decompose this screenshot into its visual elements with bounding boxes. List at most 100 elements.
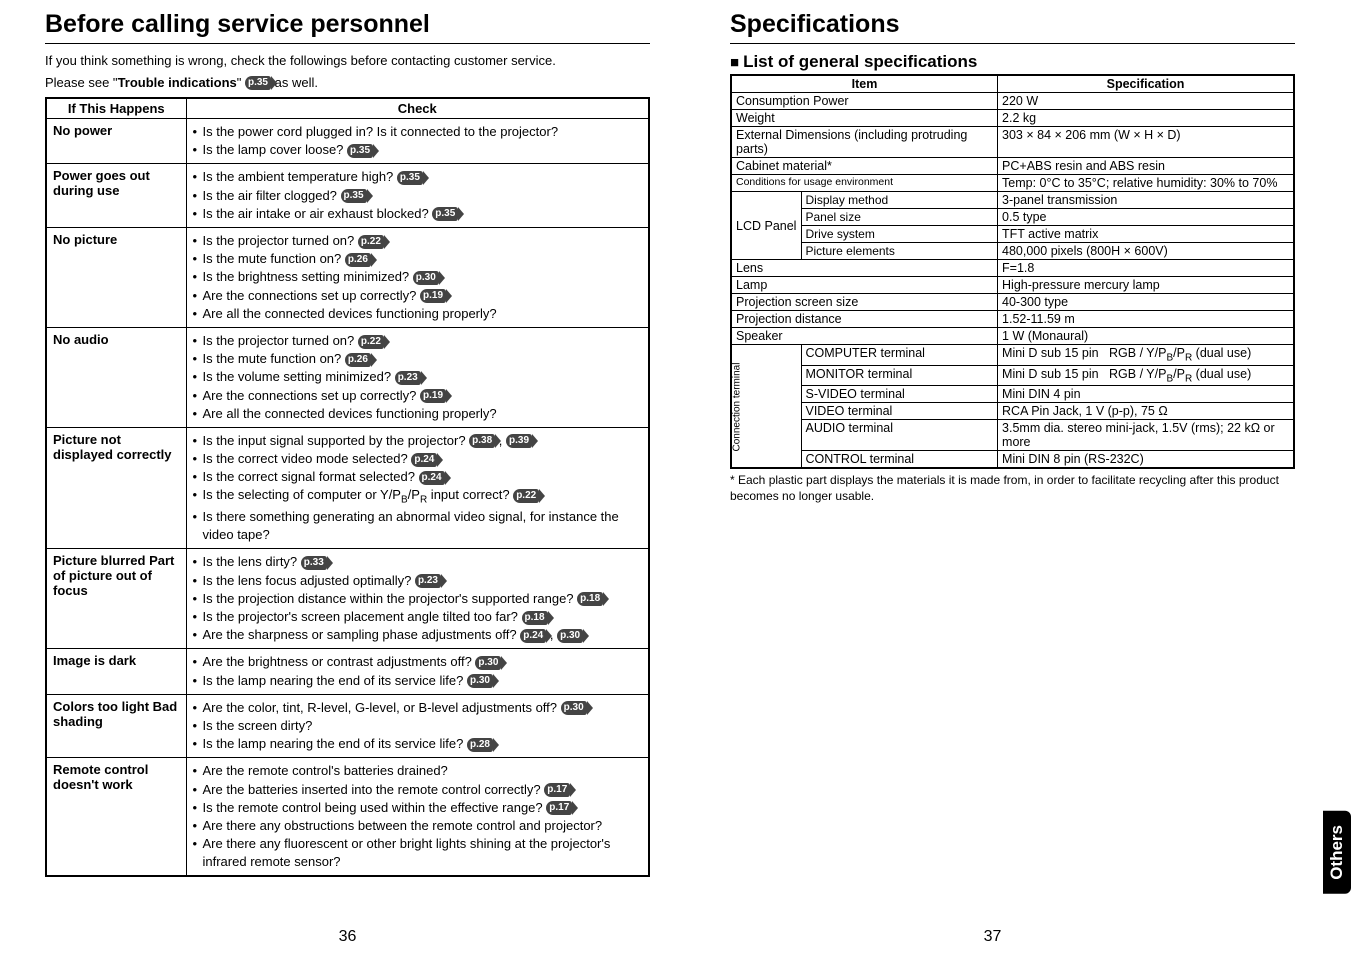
table-row: Power goes out during useIs the ambient … [46, 164, 649, 228]
if-cell: No picture [46, 228, 186, 328]
page-ref-icon[interactable]: p.35 [347, 144, 373, 158]
spec-cell: 480,000 pixels (800H × 600V) [998, 243, 1294, 260]
item-cell: Projection distance [731, 311, 998, 328]
if-cell: Picture not displayed correctly [46, 427, 186, 549]
list-item: Is the selecting of computer or Y/PB/PR … [193, 486, 643, 508]
table-row: Picture elements480,000 pixels (800H × 6… [731, 243, 1294, 260]
page-ref-icon[interactable]: p.28 [467, 738, 493, 752]
table-row: Colors too light Bad shadingAre the colo… [46, 694, 649, 758]
page-number-right: 37 [710, 928, 1275, 946]
list-item: Are the brightness or contrast adjustmen… [193, 653, 643, 671]
list-item: Is the mute function on? p.26 [193, 250, 643, 268]
page-ref-icon[interactable]: p.30 [561, 701, 587, 715]
list-item: Is the lamp cover loose? p.35 [193, 141, 643, 159]
page-ref-icon[interactable]: p.35 [432, 207, 458, 221]
if-cell: No audio [46, 327, 186, 427]
page-ref-icon[interactable]: p.22 [358, 235, 384, 249]
page-ref-icon[interactable]: p.24 [520, 629, 546, 643]
page-ref-icon[interactable]: p.30 [557, 629, 583, 643]
item-cell: Speaker [731, 328, 998, 345]
page-ref-icon[interactable]: p.26 [345, 353, 371, 367]
list-item: Is the power cord plugged in? Is it conn… [193, 123, 643, 141]
item-sub-cell: Drive system [801, 226, 998, 243]
page-ref-icon[interactable]: p.30 [413, 271, 439, 285]
page-ref-icon[interactable]: p.24 [419, 471, 445, 485]
check-cell: Is the lens dirty? p.33Is the lens focus… [186, 549, 649, 649]
spec-cell: PC+ABS resin and ABS resin [998, 158, 1294, 175]
page-ref-icon[interactable]: p.22 [358, 335, 384, 349]
page-spread: Before calling service personnel If you … [0, 0, 1351, 877]
footnote-text: * Each plastic part displays the materia… [730, 473, 1295, 504]
page-ref-icon[interactable]: p.24 [411, 453, 437, 467]
table-row: LampHigh-pressure mercury lamp [731, 277, 1294, 294]
square-bullet-icon: ■ [730, 54, 739, 71]
check-cell: Is the projector turned on? p.22Is the m… [186, 228, 649, 328]
table-row: AUDIO terminal3.5mm dia. stereo mini-jac… [731, 420, 1294, 451]
intro-bold: Trouble indications [118, 75, 237, 90]
intro-text-2: " [237, 75, 245, 90]
spec-cell: 3-panel transmission [998, 192, 1294, 209]
check-cell: Are the color, tint, R-level, G-level, o… [186, 694, 649, 758]
list-item: Are all the connected devices functionin… [193, 405, 643, 423]
list-item: Is the air intake or air exhaust blocked… [193, 205, 643, 223]
page-ref-icon[interactable]: p.22 [513, 489, 539, 503]
page-left: Before calling service personnel If you … [45, 10, 650, 877]
list-item: Is the correct signal format selected? p… [193, 468, 643, 486]
spec-cell: 2.2 kg [998, 110, 1294, 127]
page-ref-icon[interactable]: p.17 [544, 783, 570, 797]
page-ref-icon[interactable]: p.35 [245, 76, 271, 90]
table-row: Drive systemTFT active matrix [731, 226, 1294, 243]
page-ref-icon[interactable]: p.30 [475, 656, 501, 670]
list-item: Are all the connected devices functionin… [193, 305, 643, 323]
page-ref-icon[interactable]: p.39 [506, 434, 532, 448]
page-ref-icon[interactable]: p.23 [415, 574, 441, 588]
col-header-check: Check [186, 98, 649, 119]
list-item: Is there something generating an abnorma… [193, 508, 643, 544]
item-sub-cell: Picture elements [801, 243, 998, 260]
item-sub-cell: Display method [801, 192, 998, 209]
troubleshoot-table: If This Happens Check No powerIs the pow… [45, 97, 650, 877]
list-item: Is the lens focus adjusted optimally? p.… [193, 572, 643, 590]
page-ref-icon[interactable]: p.19 [420, 289, 446, 303]
item-sub-cell: S-VIDEO terminal [801, 386, 998, 403]
intro-text: Please see " [45, 75, 118, 90]
list-item: Are there any fluorescent or other brigh… [193, 835, 643, 871]
check-cell: Is the power cord plugged in? Is it conn… [186, 119, 649, 164]
page-ref-icon[interactable]: p.17 [546, 801, 572, 815]
spec-cell: Mini DIN 4 pin [998, 386, 1294, 403]
list-item: Is the brightness setting minimized? p.3… [193, 268, 643, 286]
page-right: Specifications ■List of general specific… [730, 10, 1295, 877]
page-ref-icon[interactable]: p.35 [397, 171, 423, 185]
list-item: Is the correct video mode selected? p.24 [193, 450, 643, 468]
page-ref-icon[interactable]: p.19 [420, 389, 446, 403]
page-ref-icon[interactable]: p.26 [345, 253, 371, 267]
intro-line-1: If you think something is wrong, check t… [45, 52, 650, 70]
table-row: Picture not displayed correctlyIs the in… [46, 427, 649, 549]
check-cell: Are the brightness or contrast adjustmen… [186, 649, 649, 694]
item-cell: Conditions for usage environment [731, 175, 998, 192]
side-tab-others[interactable]: Others [1323, 811, 1351, 894]
spec-subhead: ■List of general specifications [730, 52, 1295, 72]
page-ref-icon[interactable]: p.38 [469, 434, 495, 448]
spec-cell: 40-300 type [998, 294, 1294, 311]
table-row: Picture blurred Part of picture out of f… [46, 549, 649, 649]
page-ref-icon[interactable]: p.35 [341, 189, 367, 203]
list-item: Is the lens dirty? p.33 [193, 553, 643, 571]
page-ref-icon[interactable]: p.18 [577, 592, 603, 606]
item-sub-cell: CONTROL terminal [801, 451, 998, 469]
table-row: Cabinet material*PC+ABS resin and ABS re… [731, 158, 1294, 175]
list-item: Are the connections set up correctly? p.… [193, 387, 643, 405]
list-item: Is the air filter clogged? p.35 [193, 187, 643, 205]
page-ref-icon[interactable]: p.33 [301, 556, 327, 570]
spec-cell: 303 × 84 × 206 mm (W × H × D) [998, 127, 1294, 158]
page-ref-icon[interactable]: p.30 [467, 674, 493, 688]
list-item: Is the lamp nearing the end of its servi… [193, 735, 643, 753]
table-row: Connection terminalCOMPUTER terminalMini… [731, 345, 1294, 366]
intro-text-3: as well. [271, 75, 318, 90]
if-cell: Power goes out during use [46, 164, 186, 228]
list-item: Are there any obstructions between the r… [193, 817, 643, 835]
page-ref-icon[interactable]: p.23 [395, 371, 421, 385]
item-cell: Lamp [731, 277, 998, 294]
page-ref-icon[interactable]: p.18 [522, 611, 548, 625]
intro-line-2: Please see "Trouble indications" p.35 as… [45, 74, 650, 92]
